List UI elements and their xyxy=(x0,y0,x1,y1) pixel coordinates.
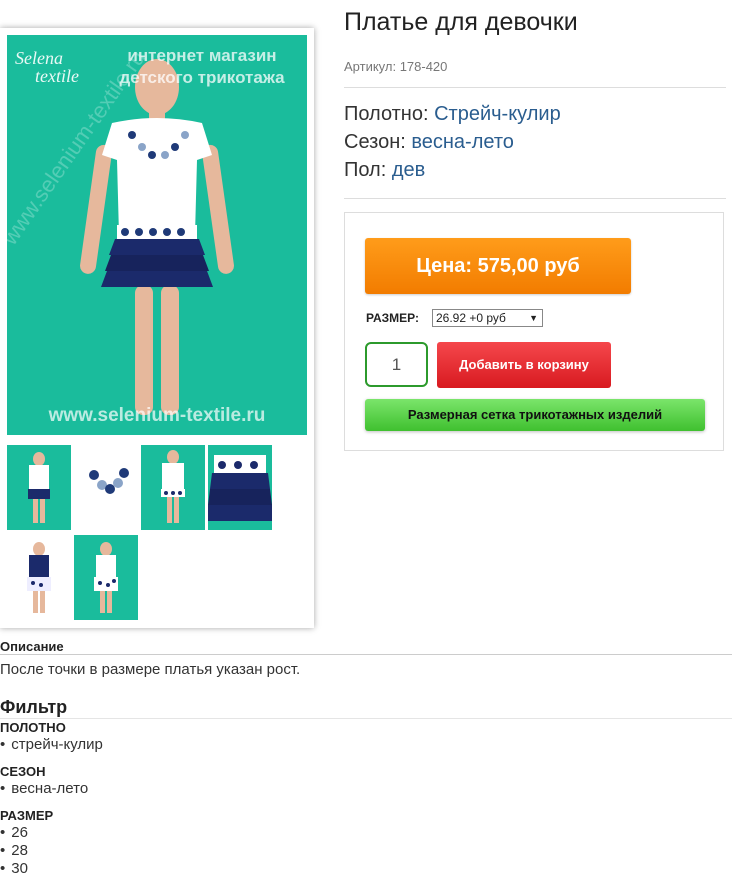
thumbnail-front[interactable] xyxy=(7,445,71,530)
divider xyxy=(344,198,726,199)
filter-item[interactable]: весна-лето xyxy=(0,780,88,797)
size-chart-button[interactable]: Размерная сетка трикотажных изделий xyxy=(365,399,705,431)
product-title: Платье для девочки xyxy=(344,8,578,36)
product-gallery: Selena textile интернет магазин детского… xyxy=(0,28,314,628)
filter-item[interactable]: 26 xyxy=(0,824,28,841)
divider xyxy=(344,87,726,88)
thumbnail-neckline[interactable] xyxy=(74,445,138,530)
store-logo: Selena textile xyxy=(15,48,79,86)
size-select[interactable]: 26.92 +0 руб ▼ xyxy=(432,309,543,327)
filter-group-season: СЕЗОН xyxy=(0,764,46,779)
thumbnail-skirt[interactable] xyxy=(208,445,272,530)
prop-fabric: Полотно: Стрейч-кулир xyxy=(344,103,561,125)
prop-season-link[interactable]: весна-лето xyxy=(411,131,514,153)
prop-gender: Пол: дев xyxy=(344,159,426,181)
chevron-down-icon: ▼ xyxy=(529,313,538,323)
main-product-image[interactable]: Selena textile интернет магазин детского… xyxy=(7,35,307,435)
quantity-input[interactable]: 1 xyxy=(365,342,428,387)
filter-item[interactable]: 28 xyxy=(0,842,28,859)
dress-illustration xyxy=(80,59,234,415)
filter-group-size: РАЗМЕР xyxy=(0,808,54,823)
prop-gender-link[interactable]: дев xyxy=(392,159,425,181)
filter-group-fabric: ПОЛОТНО xyxy=(0,720,66,735)
filter-item[interactable]: 30 xyxy=(0,860,28,877)
add-to-cart-button[interactable]: Добавить в корзину xyxy=(437,342,611,388)
description-text: После точки в размере платья указан рост… xyxy=(0,661,301,678)
thumbnail-variant-navy[interactable] xyxy=(7,535,71,620)
size-label: РАЗМЕР: xyxy=(366,311,419,325)
watermark-url: www.selenium-textile.ru xyxy=(48,405,266,426)
filter-item[interactable]: стрейч-кулир xyxy=(0,736,103,753)
price-button[interactable]: Цена: 575,00 руб xyxy=(365,238,631,294)
divider xyxy=(0,718,732,719)
thumbnail-variant-white[interactable] xyxy=(74,535,138,620)
description-heading: Описание xyxy=(0,639,64,654)
buy-box: Цена: 575,00 руб РАЗМЕР: 26.92 +0 руб ▼ … xyxy=(344,212,724,451)
divider xyxy=(0,654,732,655)
prop-fabric-link[interactable]: Стрейч-кулир xyxy=(434,103,561,125)
prop-season: Сезон: весна-лето xyxy=(344,131,514,153)
filter-heading: Фильтр xyxy=(0,697,68,717)
thumbnail-back[interactable] xyxy=(141,445,205,530)
product-sku: Артикул: 178-420 xyxy=(344,59,448,74)
